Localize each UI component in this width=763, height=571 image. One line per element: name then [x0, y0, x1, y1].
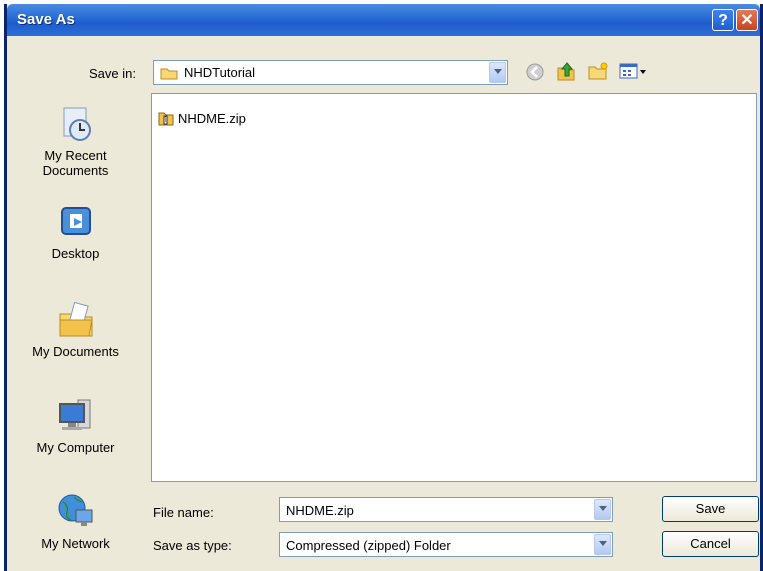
new-folder-icon[interactable]	[587, 61, 609, 81]
place-label: My Computer	[36, 440, 115, 455]
zip-file-icon	[158, 112, 174, 126]
place-recent-documents[interactable]: My Recent Documents	[17, 104, 134, 178]
place-label: My Network	[41, 536, 110, 551]
file-name-value: NHDME.zip	[286, 503, 354, 518]
my-documents-icon	[59, 301, 93, 337]
place-my-documents[interactable]: My Documents	[17, 300, 134, 359]
file-name-input[interactable]: NHDME.zip	[279, 497, 613, 522]
my-computer-icon	[58, 399, 90, 430]
file-list[interactable]: NHDME.zip	[151, 93, 757, 482]
places-bar: My Recent Documents Desktop My Documents	[17, 92, 134, 560]
views-menu-icon[interactable]	[619, 62, 649, 80]
back-icon[interactable]	[525, 62, 545, 82]
cancel-button[interactable]: Cancel	[662, 531, 759, 557]
help-button[interactable]: ?	[712, 9, 734, 31]
title-bar[interactable]: Save As ? ✕	[7, 4, 760, 36]
chevron-down-icon[interactable]	[594, 534, 611, 555]
desktop-icon	[60, 207, 91, 235]
window-title: Save As	[17, 11, 75, 28]
place-my-computer[interactable]: My Computer	[17, 396, 134, 455]
save-in-value: NHDTutorial	[184, 65, 256, 80]
place-label: My Documents	[32, 344, 119, 359]
file-name: NHDME.zip	[178, 110, 246, 126]
close-button[interactable]: ✕	[736, 9, 758, 31]
place-desktop[interactable]: Desktop	[17, 202, 134, 261]
place-label: Documents	[42, 163, 109, 178]
save-button[interactable]: Save	[662, 496, 759, 522]
save-in-dropdown[interactable]: NHDTutorial	[153, 60, 508, 85]
file-name-label: File name:	[153, 505, 214, 520]
save-as-type-dropdown[interactable]: Compressed (zipped) Folder	[279, 532, 613, 557]
save-in-label: Save in:	[89, 66, 136, 81]
my-network-icon	[58, 494, 92, 526]
place-my-network[interactable]: My Network	[17, 492, 134, 551]
file-item[interactable]: NHDME.zip	[158, 109, 246, 127]
recent-documents-icon	[63, 107, 91, 141]
chevron-down-icon[interactable]	[594, 499, 611, 520]
place-label: Desktop	[51, 246, 100, 261]
save-as-type-value: Compressed (zipped) Folder	[286, 538, 451, 553]
save-as-dialog: Save As ? ✕ Save in: NHDTutorial My Rece…	[4, 4, 763, 571]
chevron-down-icon[interactable]	[489, 62, 506, 83]
save-as-type-label: Save as type:	[153, 538, 232, 553]
folder-icon	[160, 68, 178, 80]
up-folder-icon[interactable]	[555, 60, 577, 82]
place-label: My Recent	[44, 148, 107, 163]
